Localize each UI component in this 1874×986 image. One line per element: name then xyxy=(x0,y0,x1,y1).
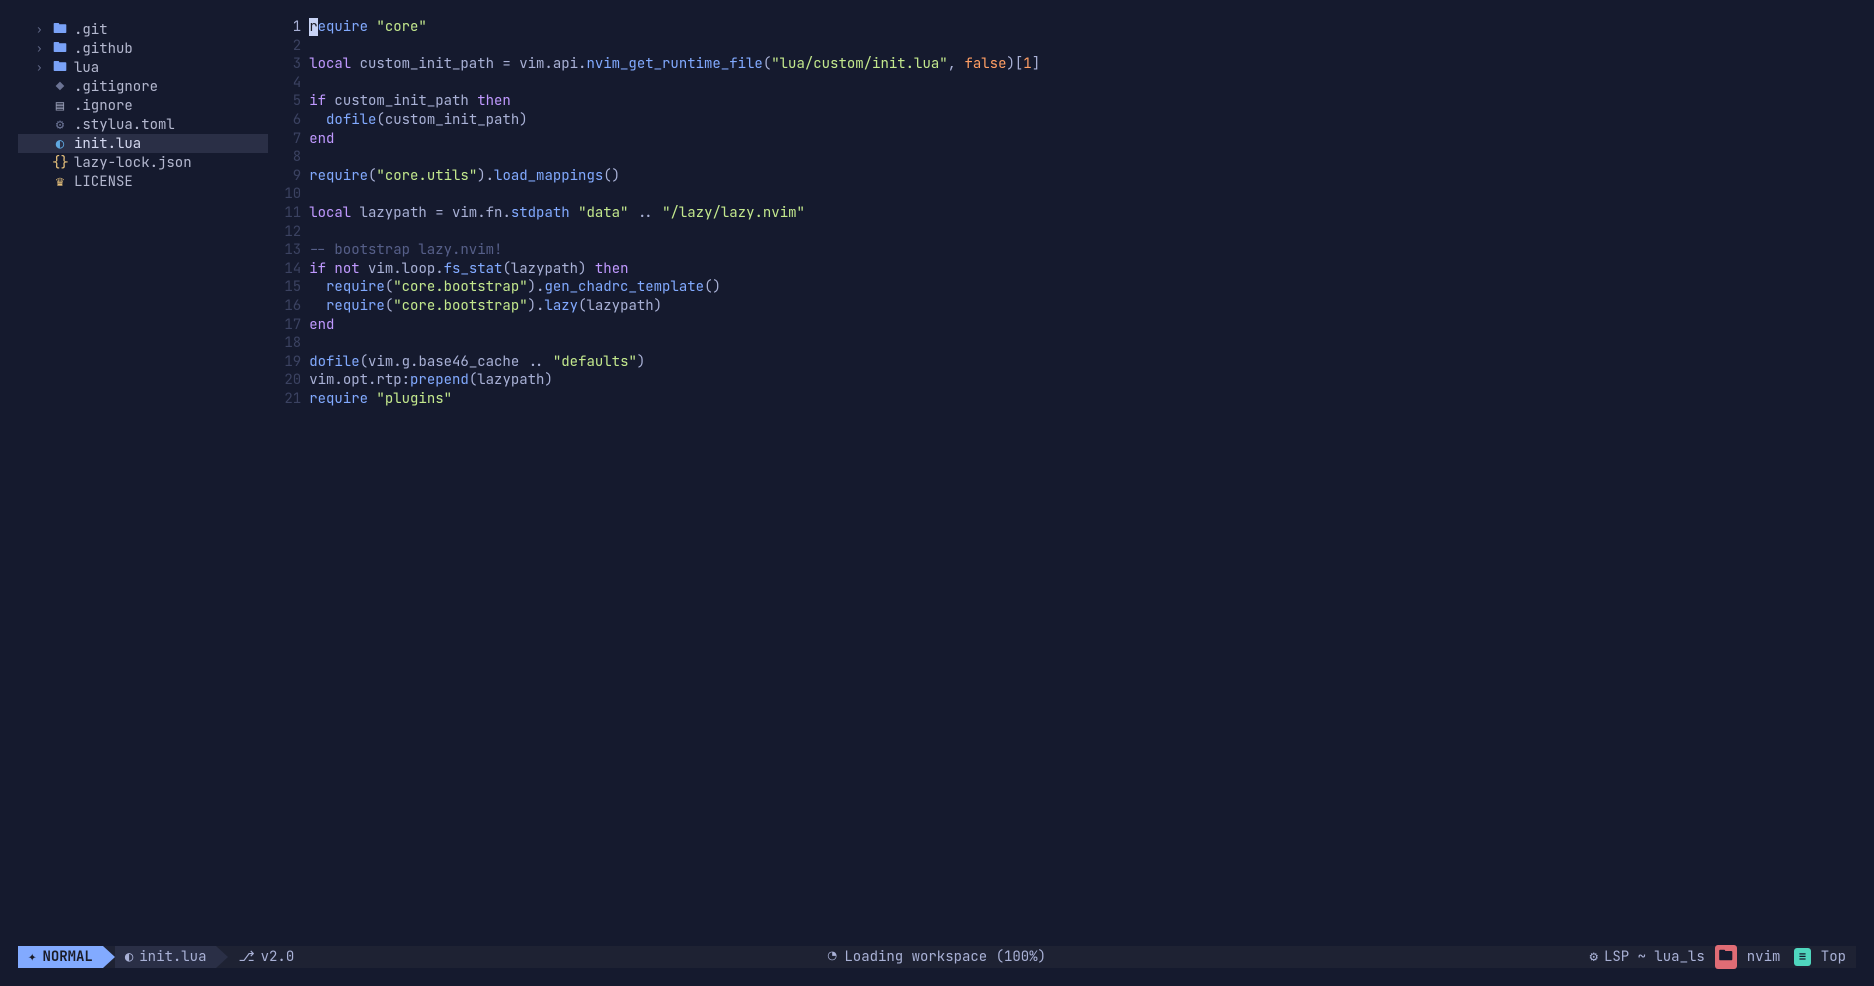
gears-icon: ⚙ xyxy=(1590,948,1598,966)
tree-item-init-lua[interactable]: ◐ init.lua xyxy=(18,134,268,153)
line-number: 16 xyxy=(276,297,301,316)
tree-item-label: .ignore xyxy=(74,97,133,115)
code-line[interactable]: dofile(custom_init_path) xyxy=(309,111,1040,130)
line-number: 17 xyxy=(276,316,301,335)
spinner-icon: ◔ xyxy=(828,948,836,966)
line-number-gutter: 1 2 3 4 5 6 7 8 9 10 11 12 13 14 15 16 1… xyxy=(276,18,309,946)
code-line[interactable]: if not vim.loop.fs_stat(lazypath) then xyxy=(309,260,1040,279)
folder-icon: 🖿 xyxy=(52,56,68,80)
line-number: 9 xyxy=(276,167,301,186)
tree-item--ignore[interactable]: ▤ .ignore xyxy=(18,96,268,115)
branch-icon: ⎇ xyxy=(238,948,254,966)
statusline: ✦ NORMAL ◐ init.lua ⎇ v2.0 ◔ Loading wor… xyxy=(18,946,1856,968)
code-line[interactable]: vim.opt.rtp:prepend(lazypath) xyxy=(309,371,1040,390)
tree-item-label: .stylua.toml xyxy=(74,116,175,134)
lsp-progress: ◔ Loading workspace (100%) xyxy=(828,948,1046,966)
git-branch-segment: ⎇ v2.0 xyxy=(228,946,304,968)
lua-icon: ◐ xyxy=(52,135,68,153)
mode-indicator: ✦ NORMAL xyxy=(18,946,103,968)
tree-item-label: init.lua xyxy=(74,135,141,153)
tree-item--gitignore[interactable]: ◆ .gitignore xyxy=(18,77,268,96)
git-icon: ◆ xyxy=(52,78,68,96)
cursor: r xyxy=(309,18,317,36)
line-number: 7 xyxy=(276,130,301,149)
code-content[interactable]: require "core" local custom_init_path = … xyxy=(309,18,1040,946)
code-line[interactable]: require("core.bootstrap").lazy(lazypath) xyxy=(309,297,1040,316)
code-line[interactable]: local custom_init_path = vim.api.nvim_ge… xyxy=(309,55,1040,74)
gear-icon: ⚙ xyxy=(52,116,68,134)
line-number: 21 xyxy=(276,390,301,409)
code-line[interactable]: require "core" xyxy=(309,18,1040,37)
line-number: 18 xyxy=(276,334,301,353)
line-number: 15 xyxy=(276,278,301,297)
code-line[interactable]: -- bootstrap lazy.nvim! xyxy=(309,241,1040,260)
code-line[interactable] xyxy=(309,334,1040,353)
code-line[interactable]: end xyxy=(309,130,1040,149)
license-icon: ♛ xyxy=(52,173,68,191)
code-line[interactable]: local lazypath = vim.fn.stdpath "data" .… xyxy=(309,204,1040,223)
chevron-right-icon: › xyxy=(36,23,46,37)
lines-icon: ≡ xyxy=(1794,948,1810,966)
tree-item-label: LICENSE xyxy=(74,173,133,191)
tree-item--stylua-toml[interactable]: ⚙ .stylua.toml xyxy=(18,115,268,134)
line-number: 12 xyxy=(276,223,301,242)
line-number: 20 xyxy=(276,371,301,390)
line-number: 3 xyxy=(276,55,301,74)
chevron-right-icon: › xyxy=(36,61,46,75)
code-line[interactable]: require("core.bootstrap").gen_chadrc_tem… xyxy=(309,278,1040,297)
code-line[interactable]: require("core.utils").load_mappings() xyxy=(309,167,1040,186)
json-icon: {} xyxy=(52,154,68,172)
code-line[interactable]: end xyxy=(309,316,1040,335)
vim-icon: ✦ xyxy=(28,948,36,966)
line-number: 10 xyxy=(276,185,301,204)
line-number: 5 xyxy=(276,92,301,111)
code-line[interactable] xyxy=(309,148,1040,167)
tree-item-label: .git xyxy=(74,21,108,39)
code-line[interactable] xyxy=(309,185,1040,204)
tree-item-label: .gitignore xyxy=(74,78,158,96)
file-icon: ▤ xyxy=(52,97,68,115)
line-number: 1 xyxy=(276,18,301,37)
tree-item-label: .github xyxy=(74,40,133,58)
line-number: 6 xyxy=(276,111,301,130)
code-line[interactable] xyxy=(309,37,1040,56)
code-line[interactable]: require "plugins" xyxy=(309,390,1040,409)
line-number: 14 xyxy=(276,260,301,279)
code-line[interactable] xyxy=(309,74,1040,93)
line-number: 2 xyxy=(276,37,301,56)
cwd-segment: 🖿 nvim xyxy=(1715,946,1791,968)
filename-segment: ◐ init.lua xyxy=(115,946,217,968)
lsp-segment: ⚙ LSP ~ lua_ls xyxy=(1580,946,1715,968)
tree-item-lua[interactable]: › 🖿 lua xyxy=(18,58,268,77)
tree-item-lazy-lock-json[interactable]: {} lazy-lock.json xyxy=(18,153,268,172)
tree-item-license[interactable]: ♛ LICENSE xyxy=(18,172,268,191)
folder-icon: 🖿 xyxy=(1715,945,1737,969)
line-number: 13 xyxy=(276,241,301,260)
editor[interactable]: 1 2 3 4 5 6 7 8 9 10 11 12 13 14 15 16 1… xyxy=(268,18,1856,946)
line-number: 8 xyxy=(276,148,301,167)
code-line[interactable]: if custom_init_path then xyxy=(309,92,1040,111)
line-number: 19 xyxy=(276,353,301,372)
code-line[interactable]: dofile(vim.g.base46_cache .. "defaults") xyxy=(309,353,1040,372)
lua-icon: ◐ xyxy=(125,948,133,966)
tree-item-label: lua xyxy=(74,59,99,77)
tree-item-label: lazy-lock.json xyxy=(74,154,192,172)
code-line[interactable] xyxy=(309,223,1040,242)
line-number: 4 xyxy=(276,74,301,93)
file-tree[interactable]: ›🖿.git›🖿.github›🖿lua◆.gitignore▤.ignore⚙… xyxy=(18,18,268,946)
position-segment: ≡ Top xyxy=(1790,946,1856,968)
chevron-right-icon: › xyxy=(36,42,46,56)
line-number: 11 xyxy=(276,204,301,223)
